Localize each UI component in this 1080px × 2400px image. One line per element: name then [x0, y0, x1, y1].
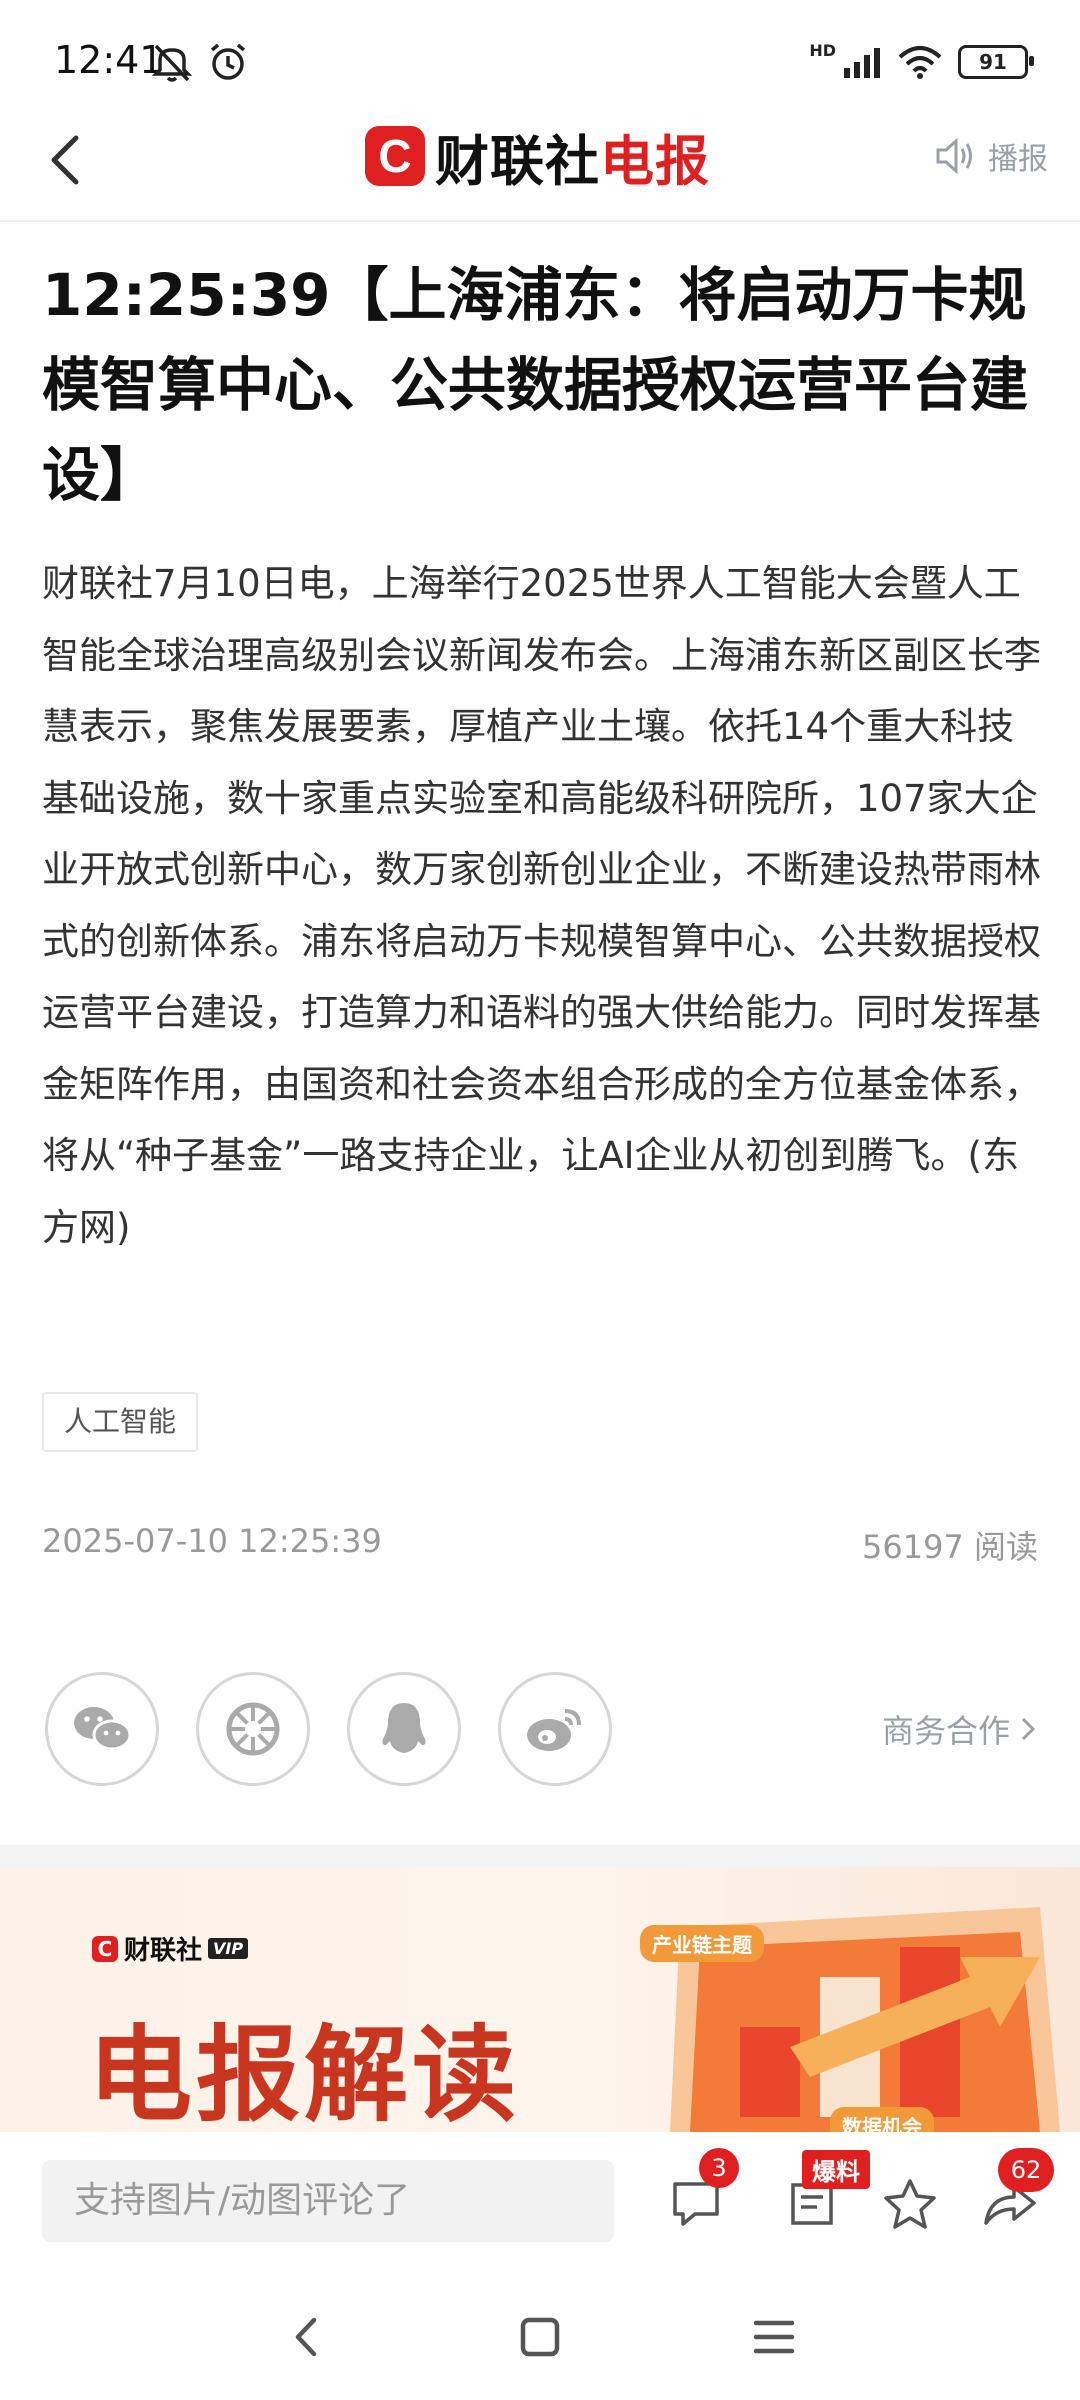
network-label: HD: [809, 40, 836, 60]
vip-logo-mark: C: [92, 1935, 118, 1962]
chip-industry-chain: 产业链主题: [640, 1925, 764, 1962]
tip-off-label: 爆料: [802, 2150, 870, 2189]
nav-back-icon: [295, 2317, 317, 2357]
banner-title: 电报解读: [88, 2014, 521, 2136]
share-weibo-button[interactable]: [498, 1672, 612, 1786]
favorite-button[interactable]: [878, 2172, 942, 2236]
banner-illustration: [670, 1907, 1060, 2132]
chevron-left-icon: [51, 135, 79, 185]
mute-icon: [151, 44, 193, 82]
moments-icon: [226, 1702, 280, 1756]
article-headline: 12:25:39【上海浦东：将启动万卡规模智算中心、公共数据授权运营平台建设】: [42, 261, 1029, 509]
vip-brand: 财联社: [124, 1936, 203, 1966]
star-icon: [884, 2179, 936, 2229]
nav-menu-button[interactable]: [734, 2302, 814, 2372]
status-right-icons: HD 91: [809, 38, 1034, 86]
chip-data-opportunity: 数据机会: [830, 2107, 934, 2132]
read-count: 56197 阅读: [862, 1528, 1038, 1566]
comment-count-badge: 3: [699, 2148, 739, 2188]
nav-menu-icon: [753, 2320, 795, 2354]
header-divider: [0, 220, 1080, 222]
back-button[interactable]: [30, 120, 110, 200]
topic-tag[interactable]: 人工智能: [42, 1392, 199, 1452]
logo-text: 财联社电报: [435, 117, 710, 196]
alarm-icon: [210, 43, 246, 80]
status-time: 12:41: [54, 38, 164, 82]
vip-logo: C 财联社 VIP: [92, 1930, 249, 1967]
broadcast-button[interactable]: 播报: [934, 134, 1048, 178]
publish-datetime: 2025-07-10 12:25:39: [42, 1522, 382, 1560]
comment-input[interactable]: 支持图片/动图评论了: [42, 2160, 614, 2242]
share-count-badge: 62: [998, 2148, 1054, 2192]
business-label: 商务合作: [881, 1712, 1010, 1750]
logo-text-black: 财联社: [435, 129, 600, 193]
logo-mark: C: [365, 126, 425, 186]
speaker-icon: [936, 137, 972, 175]
chevron-right-icon: [1021, 1717, 1036, 1741]
app-logo: C 财联社电报: [365, 124, 710, 193]
signal-icon: [844, 48, 880, 78]
share-qq-button[interactable]: [347, 1672, 461, 1786]
broadcast-label: 播报: [988, 142, 1048, 177]
share-moments-button[interactable]: [196, 1672, 310, 1786]
nav-back-button[interactable]: [266, 2302, 346, 2372]
share-wechat-button[interactable]: [45, 1672, 159, 1786]
wifi-icon: [898, 46, 942, 79]
nav-home-button[interactable]: [500, 2302, 580, 2372]
section-separator: [0, 1845, 1080, 1867]
logo-text-red: 电报: [600, 129, 710, 193]
battery-indicator: 91: [958, 45, 1034, 79]
weibo-icon: [527, 1709, 581, 1751]
article-body: 财联社7月10日电，上海举行2025世界人工智能大会暨人工智能全球治理高级别会议…: [42, 562, 1041, 1249]
wechat-icon: [74, 1707, 132, 1751]
nav-home-icon: [520, 2317, 560, 2357]
vip-badge: VIP: [208, 1938, 249, 1959]
qq-icon: [382, 1703, 426, 1753]
business-cooperation-link[interactable]: 商务合作: [882, 1706, 1040, 1752]
status-left-icons: [150, 40, 250, 84]
